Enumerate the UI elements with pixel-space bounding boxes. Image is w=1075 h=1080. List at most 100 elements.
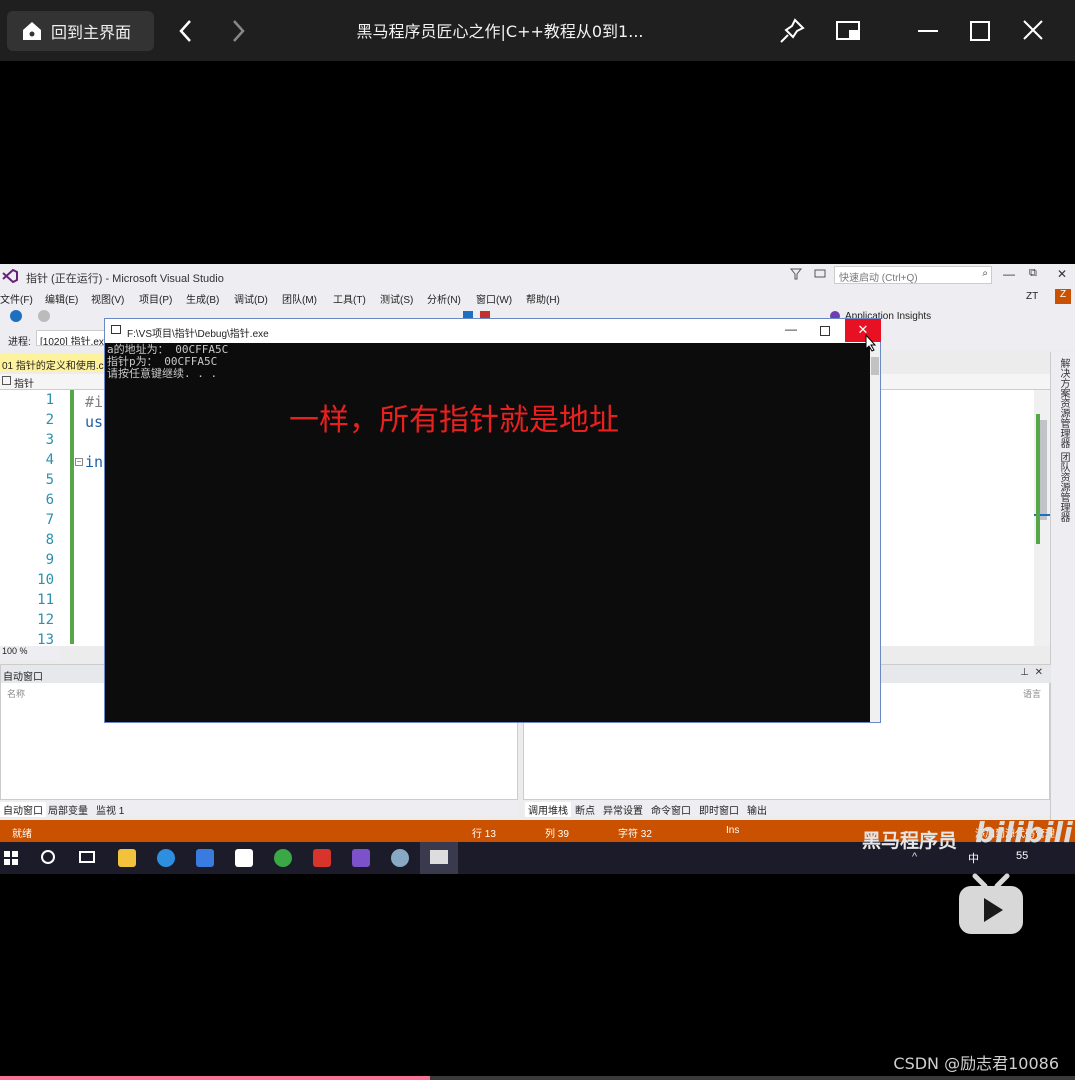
tab-exception-settings[interactable]: 异常设置	[603, 802, 643, 817]
video-title: 黑马程序员匠心之作|C++教程从0到1...	[356, 22, 644, 41]
team-explorer-tab[interactable]: 团队资源管理器	[1056, 452, 1071, 522]
debug-tabs-right: 调用堆栈 断点 异常设置 命令窗口 即时窗口 输出	[523, 800, 1050, 817]
console-scroll-thumb[interactable]	[871, 357, 879, 375]
menu-help[interactable]: 帮助(H)	[526, 291, 560, 306]
home-icon	[23, 22, 41, 40]
menu-view[interactable]: 视图(V)	[91, 291, 124, 306]
status-col: 列 39	[545, 829, 569, 840]
tab-command-window[interactable]: 命令窗口	[651, 802, 691, 817]
browser-icon[interactable]	[157, 849, 175, 867]
line-number: 1	[45, 392, 54, 408]
play-icon[interactable]	[957, 872, 1025, 935]
scroll-change-marker	[1036, 414, 1040, 544]
account-badge-icon[interactable]: Z	[1055, 289, 1071, 304]
user-initials[interactable]: ZT	[1026, 291, 1038, 302]
cortana-icon[interactable]	[41, 850, 55, 864]
collapse-icon[interactable]: −	[75, 458, 83, 466]
tab-autos[interactable]: 自动窗口	[0, 802, 46, 817]
doc-tab-active[interactable]: 01 指针的定义和使用.cpp	[0, 354, 106, 372]
pin-icon[interactable]	[778, 17, 806, 45]
quick-launch-input[interactable]: 快速启动 (Ctrl+Q) ⌕	[834, 266, 992, 284]
menu-team[interactable]: 团队(M)	[282, 291, 317, 306]
scope-dropdown[interactable]: 指针	[14, 375, 34, 390]
menu-debug[interactable]: 调试(D)	[234, 291, 268, 306]
code-line-using: us	[85, 413, 104, 431]
menu-test[interactable]: 测试(S)	[380, 291, 413, 306]
minimize-icon[interactable]	[916, 17, 940, 45]
video-frame[interactable]: 指针 (正在运行) - Microsoft Visual Studio 快速启动…	[0, 264, 1075, 874]
vs-title-bar: 指针 (正在运行) - Microsoft Visual Studio 快速启动…	[0, 264, 1075, 288]
maximize-icon[interactable]	[968, 17, 992, 45]
tab-call-stack[interactable]: 调用堆栈	[525, 802, 571, 817]
app-green-icon[interactable]	[274, 849, 292, 867]
menu-file[interactable]: 文件(F)	[0, 291, 33, 306]
visual-studio-icon[interactable]	[352, 849, 370, 867]
menu-edit[interactable]: 编辑(E)	[45, 291, 78, 306]
autos-column-name[interactable]: 名称	[7, 687, 25, 700]
tab-immediate-window[interactable]: 即时窗口	[699, 802, 739, 817]
line-number: 3	[45, 432, 54, 448]
console-taskbar-item[interactable]	[420, 842, 458, 874]
status-ready: 就绪	[12, 829, 32, 840]
menu-analyze[interactable]: 分析(N)	[427, 291, 461, 306]
line-number: 5	[45, 472, 54, 488]
menu-window[interactable]: 窗口(W)	[476, 291, 512, 306]
vs-minimize-icon[interactable]: —	[1003, 267, 1015, 281]
vs-logo-icon	[2, 269, 18, 283]
menu-project[interactable]: 项目(P)	[139, 291, 172, 306]
status-char: 字符 32	[618, 829, 652, 840]
console-scrollbar[interactable]	[870, 343, 880, 722]
forward-nav-icon[interactable]	[38, 310, 50, 322]
player-top-bar: 回到主界面 黑马程序员匠心之作|C++教程从0到1...	[0, 0, 1075, 61]
tab-output[interactable]: 输出	[747, 802, 767, 817]
tray-badge[interactable]: 55	[1016, 850, 1028, 862]
editor-scrollbar[interactable]	[1034, 390, 1050, 646]
tray-ime-indicator[interactable]: 中	[968, 850, 979, 866]
console-line: 指针p为： 00CFFA5C	[107, 355, 218, 368]
console-window[interactable]: F:\VS项目\指针\Debug\指针.exe — ✕ a的地址为： 00CFF…	[104, 318, 881, 723]
menu-build[interactable]: 生成(B)	[186, 291, 219, 306]
task-view-icon[interactable]	[79, 851, 95, 863]
forward-icon[interactable]	[230, 18, 246, 44]
home-label: 回到主界面	[51, 23, 132, 42]
close-icon[interactable]	[1021, 17, 1045, 45]
line-number: 10	[37, 572, 54, 588]
progress-track[interactable]	[0, 1076, 1075, 1080]
mouse-cursor-icon	[865, 334, 877, 352]
solution-explorer-tab[interactable]: 解决方案资源管理器	[1056, 358, 1071, 448]
tab-locals[interactable]: 局部变量	[48, 802, 88, 817]
call-stack-column-language[interactable]: 语言	[1023, 687, 1041, 700]
console-minimize-icon[interactable]: —	[785, 322, 797, 336]
pane-pin-icon[interactable]: ⊥	[1020, 667, 1029, 678]
tab-breakpoints[interactable]: 断点	[575, 802, 595, 817]
picture-in-picture-icon[interactable]	[834, 17, 864, 45]
vs-menu-bar: 文件(F) 编辑(E) 视图(V) 项目(P) 生成(B) 调试(D) 团队(M…	[0, 288, 1075, 306]
right-dock: 解决方案资源管理器 团队资源管理器	[1050, 352, 1075, 822]
feedback-icon[interactable]	[814, 268, 826, 280]
filter-icon[interactable]	[790, 268, 802, 280]
home-button[interactable]: 回到主界面	[7, 11, 154, 51]
zoom-level[interactable]: 100 %	[0, 646, 60, 660]
back-icon[interactable]	[178, 18, 194, 44]
status-mode: Ins	[726, 825, 740, 836]
xmind-icon[interactable]	[313, 849, 331, 867]
bilibili-logo: bilibili	[975, 816, 1073, 849]
console-line: 请按任意键继续. . .	[107, 367, 218, 380]
windows-start-icon[interactable]	[3, 850, 19, 866]
console-title-bar[interactable]: F:\VS项目\指针\Debug\指针.exe — ✕	[105, 319, 881, 343]
line-number: 9	[45, 552, 54, 568]
tab-watch[interactable]: 监视 1	[96, 802, 124, 817]
process-select[interactable]: [1020] 指针.exe	[36, 330, 106, 346]
console-app-icon	[430, 850, 448, 864]
vs-close-icon[interactable]: ✕	[1057, 267, 1067, 281]
vs-restore-icon[interactable]: ⧉	[1029, 267, 1037, 280]
pane-close-icon[interactable]: ✕	[1035, 667, 1043, 678]
file-explorer-icon[interactable]	[118, 849, 136, 867]
console-maximize-icon[interactable]	[820, 326, 830, 336]
line-number-gutter: 1 2 3 4 5 6 7 8 9 10 11 12 13	[0, 390, 60, 648]
back-nav-icon[interactable]	[10, 310, 22, 322]
baidu-netdisk-icon[interactable]	[196, 849, 214, 867]
paint-icon[interactable]	[391, 849, 409, 867]
typora-icon[interactable]	[235, 849, 253, 867]
menu-tools[interactable]: 工具(T)	[333, 291, 366, 306]
